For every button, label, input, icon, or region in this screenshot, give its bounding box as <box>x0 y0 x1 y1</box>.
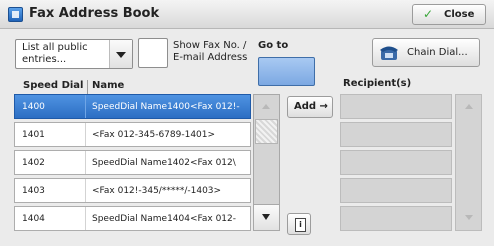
chevron-down-icon[interactable] <box>109 40 132 68</box>
speed-dial-cell: 1404 <box>22 214 45 224</box>
table-row[interactable]: 1403 <Fax 012!-345/*****/-1403> <box>14 178 251 203</box>
name-cell: <Fax 012-345-6789-1401> <box>92 130 216 140</box>
column-header-name: Name <box>92 80 125 91</box>
add-button-label: Add → <box>294 101 328 112</box>
cell-divider <box>85 179 86 202</box>
show-fax-checkbox[interactable] <box>138 38 168 68</box>
close-button[interactable]: ✓ Close <box>412 4 486 25</box>
scroll-up-icon <box>254 95 279 119</box>
recipients-list <box>340 94 452 234</box>
name-cell: <Fax 012!-345/*****/-1403> <box>92 186 222 196</box>
info-icon: i <box>295 218 306 232</box>
recipients-scrollbar <box>455 94 482 231</box>
table-row[interactable]: 1402 SpeedDial Name1402<Fax 012\ <box>14 150 251 175</box>
cell-divider <box>85 151 86 174</box>
go-to-input[interactable] <box>258 57 315 86</box>
name-cell: SpeedDial Name1402<Fax 012\ <box>92 158 236 168</box>
close-button-label: Close <box>444 9 475 20</box>
cell-divider <box>85 207 86 230</box>
fax-address-book-window: Fax Address Book ✓ Close List all public… <box>0 0 494 246</box>
recipient-slot <box>340 122 452 147</box>
phone-icon <box>380 46 398 60</box>
address-book-icon <box>8 7 23 22</box>
speed-dial-cell: 1400 <box>22 102 45 112</box>
address-list-scrollbar[interactable] <box>253 94 280 231</box>
list-all-label: List all public entries... <box>22 42 88 65</box>
table-row[interactable]: 1400 SpeedDial Name1400<Fax 012!- <box>14 94 251 119</box>
table-row[interactable]: 1404 SpeedDial Name1404<Fax 012- <box>14 206 251 231</box>
table-row[interactable]: 1401 <Fax 012-345-6789-1401> <box>14 122 251 147</box>
name-cell: SpeedDial Name1400<Fax 012!- <box>92 102 240 112</box>
add-button[interactable]: Add → <box>287 96 333 118</box>
column-header-speed-dial: Speed Dial <box>23 80 84 91</box>
recipient-slot <box>340 150 452 175</box>
recipient-slot <box>340 206 452 231</box>
window-title: Fax Address Book <box>29 6 160 21</box>
title-bar: Fax Address Book ✓ Close <box>0 0 494 29</box>
name-cell: SpeedDial Name1404<Fax 012- <box>92 214 236 224</box>
cell-divider <box>85 95 86 118</box>
scroll-down-button[interactable] <box>254 204 279 230</box>
speed-dial-cell: 1403 <box>22 186 45 196</box>
details-button[interactable]: i <box>287 213 311 235</box>
speed-dial-cell: 1401 <box>22 130 45 140</box>
go-to-label: Go to <box>258 40 289 51</box>
checkmark-icon: ✓ <box>423 7 434 21</box>
recipient-slot <box>340 178 452 203</box>
recipient-slot <box>340 94 452 119</box>
show-fax-label-line1: Show Fax No. / <box>173 40 247 51</box>
recipients-label: Recipient(s) <box>343 78 412 89</box>
show-fax-label: Show Fax No. / E-mail Address <box>173 40 247 64</box>
list-all-dropdown[interactable]: List all public entries... <box>15 39 133 69</box>
column-divider <box>87 80 88 95</box>
cell-divider <box>85 123 86 146</box>
chain-dial-button[interactable]: Chain Dial... <box>372 38 480 67</box>
show-fax-label-line2: E-mail Address <box>173 52 248 63</box>
scrollbar-thumb[interactable] <box>255 119 278 144</box>
speed-dial-cell: 1402 <box>22 158 45 168</box>
address-list: 1400 SpeedDial Name1400<Fax 012!- 1401 <… <box>14 94 251 234</box>
chain-dial-label: Chain Dial... <box>407 47 468 58</box>
